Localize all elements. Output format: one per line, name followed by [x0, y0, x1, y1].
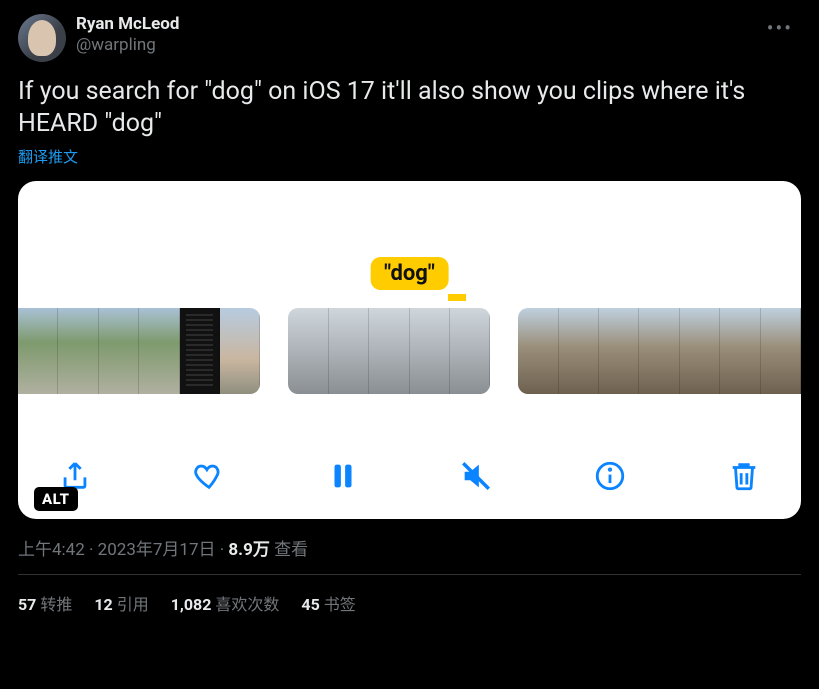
- avatar[interactable]: [18, 14, 66, 62]
- clip-frame: [410, 308, 450, 394]
- stat-bookmarks[interactable]: 45书签: [301, 591, 355, 615]
- stat-retweets[interactable]: 57转推: [18, 591, 72, 615]
- stats-row: 57转推 12引用 1,082喜欢次数 45书签: [18, 591, 801, 615]
- clip-frame: [518, 308, 558, 394]
- more-icon[interactable]: •••: [759, 14, 801, 42]
- clip-frame: [450, 308, 490, 394]
- heart-icon[interactable]: [188, 455, 230, 497]
- media-toolbar: [18, 455, 801, 497]
- divider: [18, 574, 801, 575]
- tweet-header: Ryan McLeod @warpling •••: [18, 14, 801, 62]
- mute-icon[interactable]: [455, 455, 497, 497]
- clip-frame: [220, 308, 260, 394]
- clip-group-1[interactable]: [18, 308, 260, 394]
- clip-frame: [288, 308, 328, 394]
- clip-frame: [720, 308, 760, 394]
- clip-frame: [559, 308, 599, 394]
- info-icon[interactable]: [589, 455, 631, 497]
- trash-icon[interactable]: [723, 455, 765, 497]
- date[interactable]: 2023年7月17日: [98, 540, 216, 560]
- time[interactable]: 上午4:42: [18, 540, 85, 560]
- translate-link[interactable]: 翻译推文: [18, 146, 78, 167]
- clip-frame: [180, 308, 220, 394]
- alt-badge[interactable]: ALT: [34, 487, 78, 511]
- author-names[interactable]: Ryan McLeod @warpling: [76, 14, 179, 57]
- clip-frame: [599, 308, 639, 394]
- clip-frame: [329, 308, 369, 394]
- tweet-text: If you search for "dog" on iOS 17 it'll …: [18, 76, 801, 140]
- search-label-bubble: "dog": [370, 257, 449, 290]
- clip-group-2[interactable]: [288, 308, 490, 394]
- clip-frame: [58, 308, 98, 394]
- clip-timeline[interactable]: [18, 306, 801, 396]
- views-label: 查看: [270, 540, 308, 560]
- media-card[interactable]: "dog": [18, 181, 801, 519]
- timeline-marker: [448, 294, 466, 301]
- stat-likes[interactable]: 1,082喜欢次数: [171, 591, 280, 615]
- pause-icon[interactable]: [322, 455, 364, 497]
- clip-frame: [680, 308, 720, 394]
- clip-frame: [99, 308, 139, 394]
- views-count: 8.9万: [228, 540, 269, 560]
- handle: @warpling: [76, 35, 179, 56]
- clip-frame: [18, 308, 58, 394]
- tweet-container: Ryan McLeod @warpling ••• If you search …: [0, 0, 819, 629]
- tweet-metadata: 上午4:42 · 2023年7月17日 · 8.9万 查看: [18, 535, 801, 560]
- clip-frame: [639, 308, 679, 394]
- display-name: Ryan McLeod: [76, 14, 179, 35]
- clip-frame: [761, 308, 801, 394]
- clip-frame: [369, 308, 409, 394]
- clip-frame: [139, 308, 179, 394]
- stat-quotes[interactable]: 12引用: [94, 591, 148, 615]
- clip-group-3[interactable]: [518, 308, 801, 394]
